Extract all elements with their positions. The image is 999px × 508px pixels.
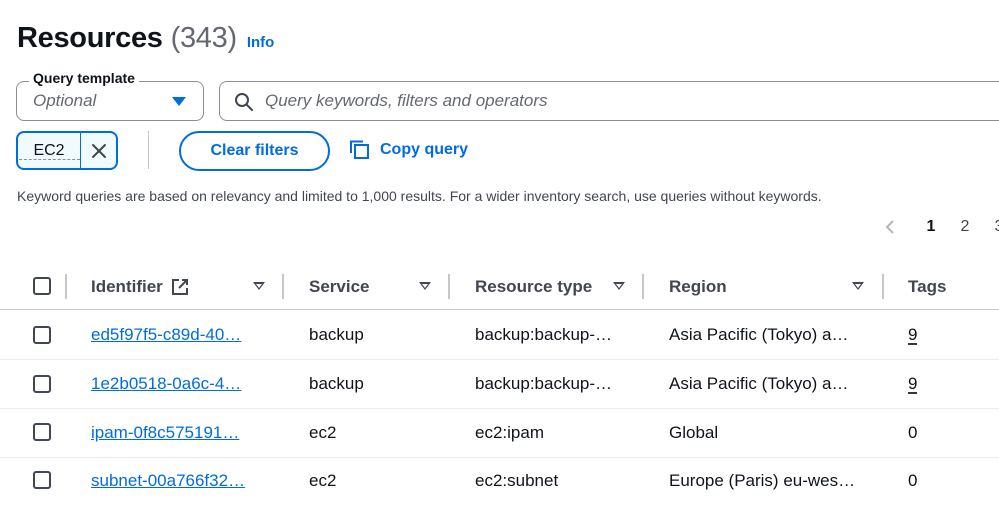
column-header-service[interactable]: Service [309, 263, 370, 310]
table-row: subnet-00a766f32… ec2 ec2:subnet Europe … [0, 457, 999, 506]
resource-type-cell: ec2:subnet [475, 471, 559, 490]
region-cell: Global [669, 423, 719, 442]
resource-type-cell: backup:backup-… [475, 325, 613, 344]
table-header: Identifier Service Resource type Region … [0, 263, 999, 310]
pagination: 1 2 3 [880, 217, 999, 237]
tags-count[interactable]: 9 [908, 360, 917, 408]
sort-caret-icon[interactable] [419, 282, 431, 290]
row-checkbox[interactable] [33, 471, 51, 489]
column-divider[interactable] [642, 274, 644, 299]
identifier-link[interactable]: 1e2b0518-0a6c-4… [91, 360, 266, 408]
column-divider[interactable] [882, 274, 884, 299]
identifier-header-label: Identifier [91, 276, 163, 296]
caret-down-icon [172, 97, 186, 106]
tags-count: 0 [908, 471, 918, 490]
row-checkbox[interactable] [33, 326, 51, 344]
query-search-field[interactable] [219, 81, 999, 121]
sort-caret-icon[interactable] [253, 282, 265, 290]
resource-type-cell: backup:backup-… [475, 374, 613, 393]
close-icon [91, 143, 106, 158]
column-header-resource-type[interactable]: Resource type [475, 263, 592, 310]
page-title: Resources [17, 22, 163, 54]
resource-type-cell: ec2:ipam [475, 423, 544, 442]
query-template-select[interactable]: Optional [16, 81, 204, 121]
row-checkbox[interactable] [33, 423, 51, 441]
previous-page-button[interactable] [880, 217, 900, 237]
row-checkbox[interactable] [33, 375, 51, 393]
search-icon [235, 93, 253, 111]
copy-query-label: Copy query [380, 141, 469, 158]
select-all-checkbox[interactable] [33, 277, 51, 295]
column-header-identifier[interactable]: Identifier [91, 263, 189, 310]
copy-query-button[interactable]: Copy query [349, 138, 468, 162]
service-cell: backup [309, 374, 364, 393]
identifier-link[interactable]: ed5f97f5-c89d-40… [91, 311, 266, 359]
info-link[interactable]: Info [247, 34, 275, 51]
region-cell: Europe (Paris) eu-wes… [669, 471, 856, 490]
column-divider [65, 274, 67, 299]
page-1[interactable]: 1 [914, 218, 948, 236]
chevron-left-icon [885, 220, 894, 234]
keyword-hint: Keyword queries are based on relevancy a… [17, 188, 822, 204]
remove-token-button[interactable] [81, 133, 116, 168]
tags-count: 0 [908, 423, 918, 442]
service-cell: ec2 [309, 471, 337, 490]
region-cell: Asia Pacific (Tokyo) a… [669, 374, 849, 393]
column-header-region[interactable]: Region [669, 263, 727, 310]
column-divider[interactable] [282, 274, 284, 299]
resource-count: (343) [170, 22, 238, 54]
query-template-value: Optional [33, 91, 97, 110]
page-3[interactable]: 3 [982, 218, 999, 236]
page-2[interactable]: 2 [948, 218, 982, 236]
tags-count[interactable]: 9 [908, 311, 917, 359]
service-cell: backup [309, 325, 364, 344]
table-row: ipam-0f8c575191… ec2 ec2:ipam Global 0 [0, 409, 999, 458]
clear-filters-button[interactable]: Clear filters [179, 131, 330, 171]
toolbar-divider [148, 131, 149, 169]
resources-page: Resources (343) Info Query template Opti… [0, 0, 999, 508]
table-row: ed5f97f5-c89d-40… backup backup:backup-…… [0, 311, 999, 360]
sort-caret-icon[interactable] [613, 282, 625, 290]
identifier-link[interactable]: ipam-0f8c575191… [91, 409, 266, 457]
identifier-link[interactable]: subnet-00a766f32… [91, 457, 266, 505]
column-divider[interactable] [448, 274, 450, 299]
column-header-tags[interactable]: Tags [908, 263, 946, 310]
service-cell: ec2 [309, 423, 337, 442]
external-link-icon [171, 278, 188, 295]
sort-caret-icon[interactable] [852, 282, 864, 290]
region-cell: Asia Pacific (Tokyo) a… [669, 325, 849, 344]
filter-token[interactable]: EC2 [16, 131, 118, 170]
filter-token-label[interactable]: EC2 [18, 142, 80, 160]
query-template-label: Query template [29, 70, 139, 86]
page-header: Resources (343) Info [17, 22, 274, 55]
copy-icon [350, 140, 369, 159]
table-row: 1e2b0518-0a6c-4… backup backup:backup-… … [0, 360, 999, 409]
search-input[interactable] [265, 82, 965, 120]
